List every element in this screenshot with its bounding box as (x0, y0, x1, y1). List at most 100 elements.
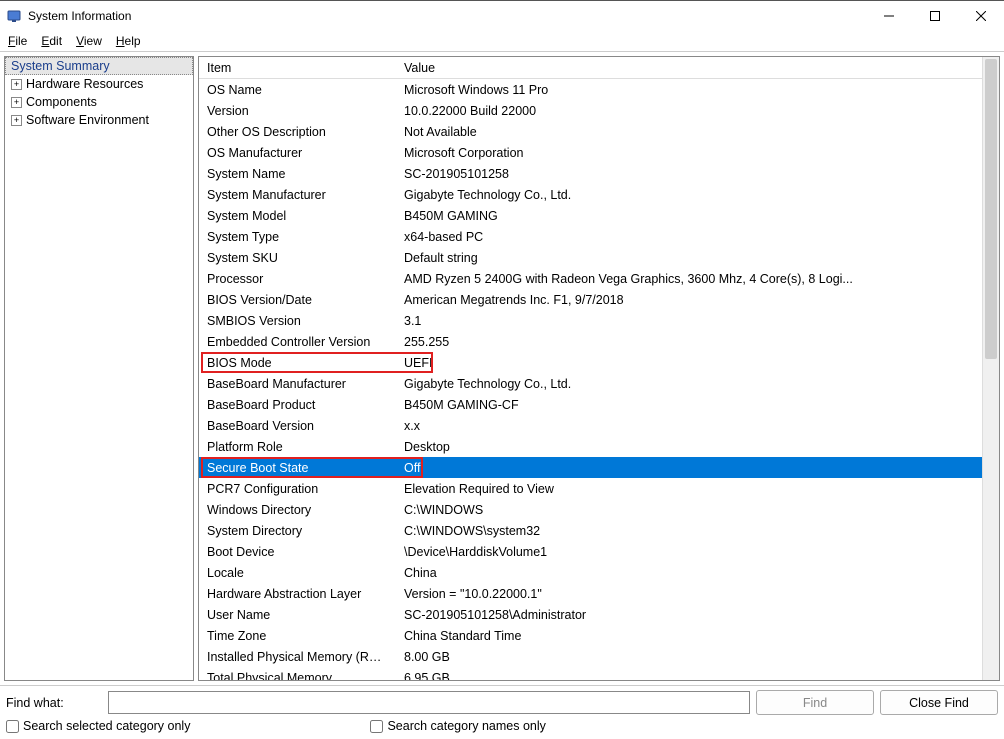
list-row[interactable]: Time ZoneChina Standard Time (199, 625, 999, 646)
menu-view[interactable]: View (76, 34, 102, 48)
cell-item: BIOS Mode (199, 356, 396, 370)
tree-node-software-environment[interactable]: + Software Environment (5, 111, 193, 129)
list-row[interactable]: Hardware Abstraction LayerVersion = "10.… (199, 583, 999, 604)
cell-value: 3.1 (396, 314, 861, 328)
find-button[interactable]: Find (756, 690, 874, 715)
close-button[interactable] (958, 1, 1004, 31)
search-names-only-checkbox[interactable]: Search category names only (370, 719, 545, 733)
maximize-button[interactable] (912, 1, 958, 31)
cell-item: Installed Physical Memory (RAM) (199, 650, 396, 664)
checkbox-search-selected[interactable] (6, 720, 19, 733)
app-icon (6, 8, 22, 24)
expand-icon[interactable]: + (11, 79, 22, 90)
cell-value: Not Available (396, 125, 861, 139)
list-row[interactable]: OS ManufacturerMicrosoft Corporation (199, 142, 999, 163)
cell-value: 8.00 GB (396, 650, 861, 664)
list-row[interactable]: Other OS DescriptionNot Available (199, 121, 999, 142)
list-row[interactable]: System ManufacturerGigabyte Technology C… (199, 184, 999, 205)
minimize-button[interactable] (866, 1, 912, 31)
tree-label: Components (26, 95, 97, 109)
cell-value: \Device\HarddiskVolume1 (396, 545, 861, 559)
window-title: System Information (28, 9, 866, 23)
cell-value: Version = "10.0.22000.1" (396, 587, 861, 601)
expand-icon[interactable]: + (11, 115, 22, 126)
list-row[interactable]: Secure Boot StateOff (199, 457, 999, 478)
list-row[interactable]: BaseBoard ManufacturerGigabyte Technolog… (199, 373, 999, 394)
list-row[interactable]: Version10.0.22000 Build 22000 (199, 100, 999, 121)
cell-value: 6.95 GB (396, 671, 861, 681)
list-row[interactable]: System NameSC-201905101258 (199, 163, 999, 184)
scrollbar-thumb[interactable] (985, 59, 997, 359)
cell-value: Off (396, 461, 861, 475)
list-row[interactable]: Platform RoleDesktop (199, 436, 999, 457)
tree-node-components[interactable]: + Components (5, 93, 193, 111)
menubar: File Edit View Help (0, 31, 1004, 51)
menu-file[interactable]: File (8, 34, 27, 48)
list-row[interactable]: OS NameMicrosoft Windows 11 Pro (199, 79, 999, 100)
tree-node-hardware-resources[interactable]: + Hardware Resources (5, 75, 193, 93)
cell-value: UEFI (396, 356, 861, 370)
cell-value: B450M GAMING (396, 209, 861, 223)
expand-icon[interactable]: + (11, 97, 22, 108)
checkbox-search-names[interactable] (370, 720, 383, 733)
vertical-scrollbar[interactable] (982, 57, 999, 680)
cell-value: China (396, 566, 861, 580)
cell-value: American Megatrends Inc. F1, 9/7/2018 (396, 293, 861, 307)
list-row[interactable]: BaseBoard ProductB450M GAMING-CF (199, 394, 999, 415)
list-row[interactable]: System SKUDefault string (199, 247, 999, 268)
cell-item: BaseBoard Version (199, 419, 396, 433)
cell-item: Processor (199, 272, 396, 286)
list-row[interactable]: BIOS Version/DateAmerican Megatrends Inc… (199, 289, 999, 310)
list-row[interactable]: System ModelB450M GAMING (199, 205, 999, 226)
cell-value: C:\WINDOWS\system32 (396, 524, 861, 538)
list-row[interactable]: User NameSC-201905101258\Administrator (199, 604, 999, 625)
column-header-value[interactable]: Value (396, 59, 861, 77)
cell-item: BaseBoard Product (199, 398, 396, 412)
cell-item: System Manufacturer (199, 188, 396, 202)
tree-label: Hardware Resources (26, 77, 143, 91)
menu-edit[interactable]: Edit (41, 34, 62, 48)
list-row[interactable]: System Typex64-based PC (199, 226, 999, 247)
cell-item: Time Zone (199, 629, 396, 643)
list-row[interactable]: Windows DirectoryC:\WINDOWS (199, 499, 999, 520)
list-row[interactable]: BaseBoard Versionx.x (199, 415, 999, 436)
list-row[interactable]: SMBIOS Version3.1 (199, 310, 999, 331)
find-bar: Find what: Find Close Find (0, 685, 1004, 717)
search-selected-only-checkbox[interactable]: Search selected category only (6, 719, 190, 733)
list-row[interactable]: System DirectoryC:\WINDOWS\system32 (199, 520, 999, 541)
list-body[interactable]: OS NameMicrosoft Windows 11 ProVersion10… (199, 79, 999, 680)
tree-label: Software Environment (26, 113, 149, 127)
details-list: Item Value OS NameMicrosoft Windows 11 P… (198, 56, 1000, 681)
cell-item: Hardware Abstraction Layer (199, 587, 396, 601)
list-row[interactable]: Embedded Controller Version255.255 (199, 331, 999, 352)
cell-value: China Standard Time (396, 629, 861, 643)
cell-item: BIOS Version/Date (199, 293, 396, 307)
list-row[interactable]: Total Physical Memory6.95 GB (199, 667, 999, 680)
list-row[interactable]: Installed Physical Memory (RAM)8.00 GB (199, 646, 999, 667)
column-header-item[interactable]: Item (199, 59, 396, 77)
content-area: System Summary + Hardware Resources + Co… (0, 51, 1004, 685)
cell-value: B450M GAMING-CF (396, 398, 861, 412)
titlebar: System Information (0, 1, 1004, 31)
list-row[interactable]: ProcessorAMD Ryzen 5 2400G with Radeon V… (199, 268, 999, 289)
find-options: Search selected category only Search cat… (0, 717, 1004, 739)
list-row[interactable]: Boot Device\Device\HarddiskVolume1 (199, 541, 999, 562)
cell-item: Version (199, 104, 396, 118)
menu-help[interactable]: Help (116, 34, 141, 48)
tree-label: System Summary (11, 59, 110, 73)
cell-value: Default string (396, 251, 861, 265)
checkbox-label: Search category names only (387, 719, 545, 733)
list-row[interactable]: BIOS ModeUEFI (199, 352, 999, 373)
cell-value: 10.0.22000 Build 22000 (396, 104, 861, 118)
list-row[interactable]: LocaleChina (199, 562, 999, 583)
find-input[interactable] (108, 691, 750, 714)
cell-value: Desktop (396, 440, 861, 454)
category-tree[interactable]: System Summary + Hardware Resources + Co… (4, 56, 194, 681)
list-row[interactable]: PCR7 ConfigurationElevation Required to … (199, 478, 999, 499)
cell-value: Microsoft Corporation (396, 146, 861, 160)
tree-root-system-summary[interactable]: System Summary (5, 57, 193, 75)
cell-value: C:\WINDOWS (396, 503, 861, 517)
cell-item: Windows Directory (199, 503, 396, 517)
close-find-button[interactable]: Close Find (880, 690, 998, 715)
cell-item: Other OS Description (199, 125, 396, 139)
